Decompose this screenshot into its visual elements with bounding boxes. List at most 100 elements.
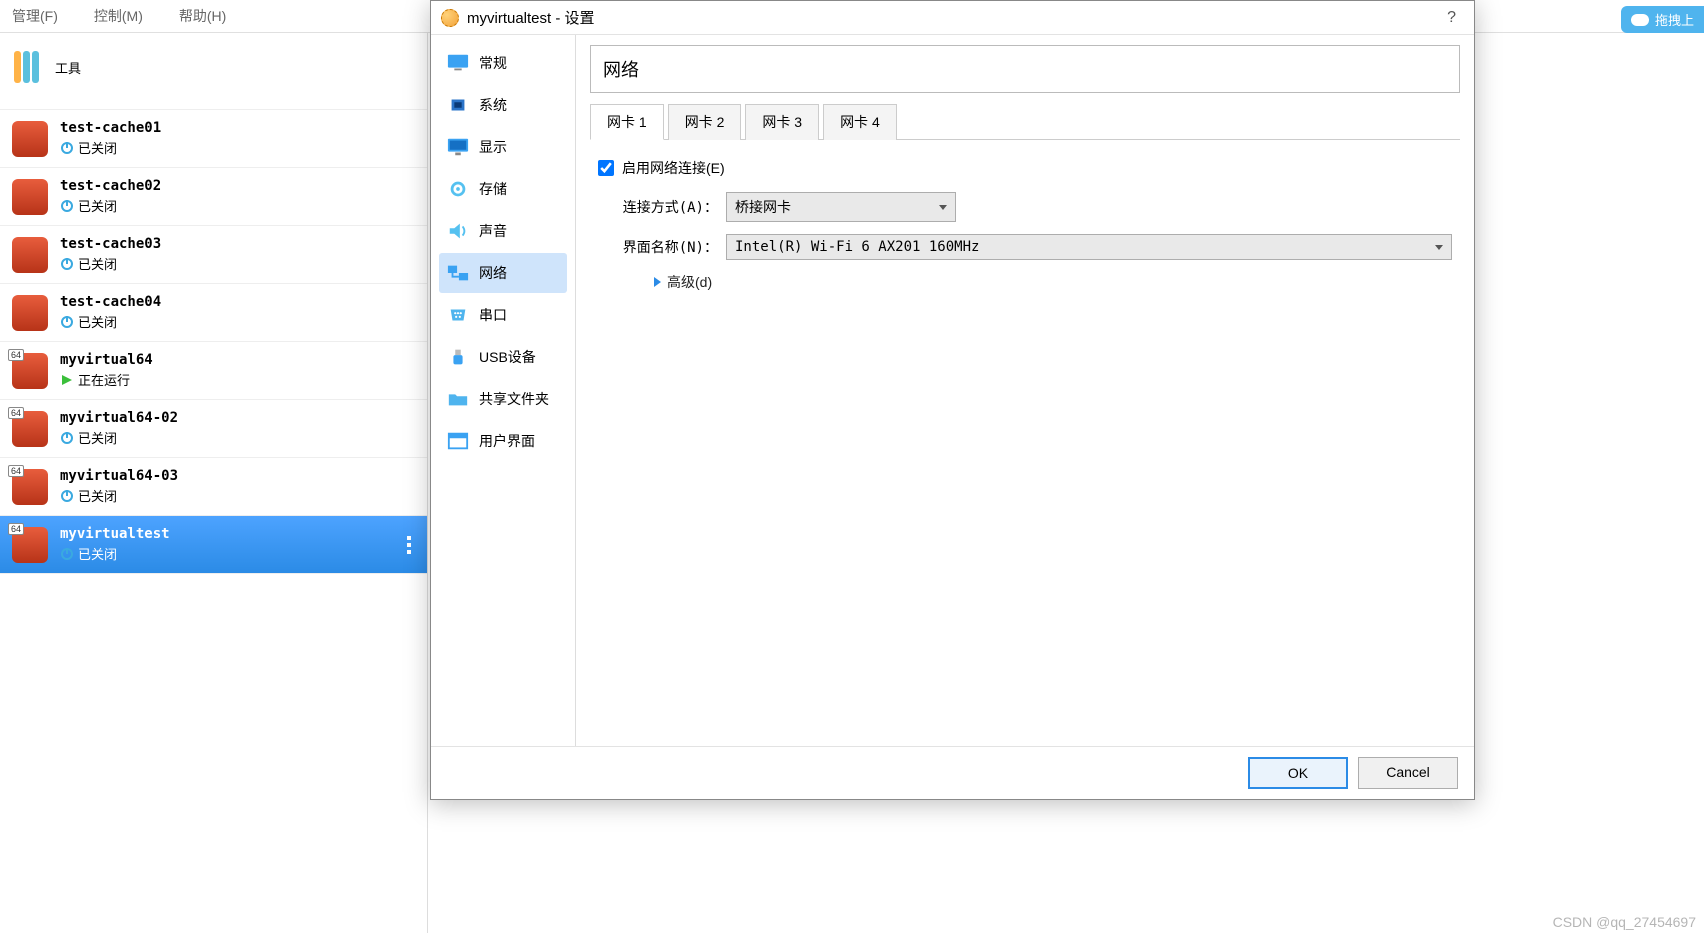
cancel-button[interactable]: Cancel: [1358, 757, 1458, 789]
vm-name: myvirtual64-02: [60, 410, 178, 426]
vm-status: 正在运行: [60, 370, 153, 389]
nav-display[interactable]: 显示: [439, 127, 567, 167]
nav-general[interactable]: 常规: [439, 43, 567, 83]
vm-name: myvirtual64: [60, 352, 153, 368]
nic-tabs: 网卡 1 网卡 2 网卡 3 网卡 4: [590, 103, 1460, 140]
vm-item[interactable]: myvirtual64-02 已关闭: [0, 400, 427, 458]
vm-info: myvirtualtest 已关闭: [60, 526, 170, 563]
vm-status: 已关闭: [60, 428, 178, 447]
tools-item[interactable]: 工具: [0, 33, 427, 110]
power-off-icon: [60, 315, 74, 329]
vm-os-icon: [12, 411, 48, 447]
interface-name-row: 界面名称(N)： Intel(R) Wi-Fi 6 AX201 160MHz: [598, 234, 1452, 260]
menu-help[interactable]: 帮助(H): [179, 6, 226, 26]
vm-os-icon: [12, 237, 48, 273]
monitor-icon: [447, 53, 469, 73]
connection-type-label: 连接方式(A)：: [598, 197, 718, 217]
vm-info: myvirtual64-03 已关闭: [60, 468, 178, 505]
power-off-icon: [60, 141, 74, 155]
float-badge[interactable]: 拖拽上: [1621, 6, 1704, 33]
dialog-footer: OK Cancel: [431, 746, 1474, 799]
vm-item[interactable]: myvirtual64-03 已关闭: [0, 458, 427, 516]
disk-icon: [447, 179, 469, 199]
dialog-title: myvirtualtest - 设置: [467, 7, 595, 28]
vm-item[interactable]: myvirtualtest 已关闭: [0, 516, 427, 574]
vm-status: 已关闭: [60, 312, 161, 331]
speaker-icon: [447, 221, 469, 241]
vm-os-icon: [12, 179, 48, 215]
power-off-icon: [60, 547, 74, 561]
chip-icon: [447, 95, 469, 115]
nav-storage[interactable]: 存储: [439, 169, 567, 209]
power-off-icon: [60, 199, 74, 213]
ok-button[interactable]: OK: [1248, 757, 1348, 789]
vm-item[interactable]: test-cache01 已关闭: [0, 110, 427, 168]
menu-manage[interactable]: 管理(F): [12, 6, 58, 26]
tools-label: 工具: [55, 58, 81, 77]
tab-nic1[interactable]: 网卡 1: [590, 104, 664, 140]
cloud-icon: [1631, 14, 1649, 26]
vm-info: test-cache03 已关闭: [60, 236, 161, 273]
interface-name-label: 界面名称(N)：: [598, 237, 718, 257]
chevron-down-icon: [939, 205, 947, 210]
virtualbox-icon: [441, 9, 459, 27]
vm-status: 已关闭: [60, 254, 161, 273]
vm-info: myvirtual64-02 已关闭: [60, 410, 178, 447]
vm-item[interactable]: test-cache03 已关闭: [0, 226, 427, 284]
vm-info: test-cache02已关闭: [60, 178, 161, 215]
expand-triangle-icon: [654, 277, 661, 287]
nav-ui[interactable]: 用户界面: [439, 421, 567, 461]
section-title: 网络: [590, 45, 1460, 93]
vm-os-icon: [12, 469, 48, 505]
vm-info: test-cache04 已关闭: [60, 294, 161, 331]
vm-info: myvirtual64 正在运行: [60, 352, 153, 389]
vm-status: 已关闭: [60, 138, 161, 157]
network-icon: [447, 263, 469, 283]
vm-status: 已关闭: [60, 196, 161, 215]
usb-icon: [447, 347, 469, 367]
nav-network[interactable]: 网络: [439, 253, 567, 293]
tab-nic2[interactable]: 网卡 2: [668, 104, 742, 140]
nav-system[interactable]: 系统: [439, 85, 567, 125]
tab-nic3[interactable]: 网卡 3: [745, 104, 819, 140]
settings-nav: 常规 系统 显示 存储 声音 网络: [431, 35, 576, 746]
nic-form: 启用网络连接(E) 连接方式(A)： 桥接网卡 界面名称(N)： Intel(R…: [590, 154, 1460, 296]
vm-list: test-cache01已关闭test-cache02已关闭test-cache…: [0, 110, 427, 574]
vm-item[interactable]: test-cache02已关闭: [0, 168, 427, 226]
connection-type-combo[interactable]: 桥接网卡: [726, 192, 956, 222]
power-off-icon: [60, 431, 74, 445]
enable-network-checkbox[interactable]: [598, 160, 614, 176]
nav-shared[interactable]: 共享文件夹: [439, 379, 567, 419]
vm-status: 已关闭: [60, 544, 170, 563]
display-icon: [447, 137, 469, 157]
vm-name: test-cache01: [60, 120, 161, 136]
nav-usb[interactable]: USB设备: [439, 337, 567, 377]
vm-name: myvirtual64-03: [60, 468, 178, 484]
vm-menu-handle[interactable]: [407, 536, 411, 554]
interface-name-combo[interactable]: Intel(R) Wi-Fi 6 AX201 160MHz: [726, 234, 1452, 260]
watermark: CSDN @qq_27454697: [1553, 914, 1696, 930]
power-off-icon: [60, 489, 74, 503]
nav-audio[interactable]: 声音: [439, 211, 567, 251]
vm-status: 已关闭: [60, 486, 178, 505]
vm-sidebar: 工具 test-cache01已关闭test-cache02已关闭test-ca…: [0, 33, 428, 933]
vm-os-icon: [12, 295, 48, 331]
window-icon: [447, 431, 469, 451]
vm-name: myvirtualtest: [60, 526, 170, 542]
vm-item[interactable]: test-cache04 已关闭: [0, 284, 427, 342]
tab-nic4[interactable]: 网卡 4: [823, 104, 897, 140]
serial-icon: [447, 305, 469, 325]
vm-os-icon: [12, 353, 48, 389]
tools-icon: [14, 51, 39, 83]
menu-control[interactable]: 控制(M): [94, 6, 143, 26]
vm-item[interactable]: myvirtual64 正在运行: [0, 342, 427, 400]
advanced-toggle[interactable]: 高级(d): [654, 272, 1452, 292]
dialog-help-button[interactable]: ?: [1439, 9, 1464, 27]
vm-name: test-cache04: [60, 294, 161, 310]
vm-os-icon: [12, 121, 48, 157]
running-icon: [60, 373, 74, 387]
connection-type-row: 连接方式(A)： 桥接网卡: [598, 192, 1452, 222]
nav-serial[interactable]: 串口: [439, 295, 567, 335]
vm-name: test-cache03: [60, 236, 161, 252]
dialog-body: 常规 系统 显示 存储 声音 网络: [431, 35, 1474, 746]
